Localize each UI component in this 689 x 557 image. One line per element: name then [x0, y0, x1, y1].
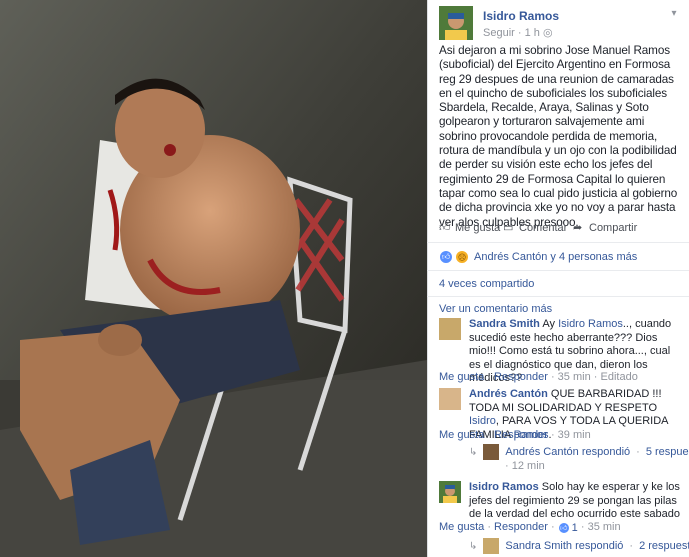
comment-pre: Ay — [539, 318, 559, 330]
like-label: Me gusta — [455, 222, 501, 234]
commenter-avatar[interactable] — [439, 481, 461, 503]
comment-meta: Me gusta · Responder · 👍︎ 1 · 35 min — [439, 521, 621, 534]
comment-reply[interactable]: Responder — [494, 521, 548, 533]
comment-meta: Me gusta · Responder · 39 min — [439, 429, 591, 441]
author-avatar-image — [439, 6, 473, 40]
reactions-text: Andrés Cantón y 4 personas más — [474, 251, 638, 263]
chevron-down-icon[interactable]: ▾ — [667, 8, 681, 22]
comment: Sandra Smith Ay Isidro Ramos.., cuando s… — [439, 318, 683, 384]
comment-like[interactable]: Me gusta — [439, 429, 484, 441]
reply-avatar — [483, 444, 500, 460]
reply-name: Andrés Cantón respondió — [505, 446, 631, 458]
meta-separator: · — [550, 429, 555, 441]
sad-reaction-icon: ☹ — [455, 250, 469, 264]
comment-reply[interactable]: Responder — [494, 429, 548, 441]
comment-label: Comentar — [519, 222, 568, 234]
comment-icon: ▭ — [503, 222, 514, 234]
photo-illustration — [0, 0, 427, 557]
shares-count[interactable]: 4 veces compartido — [439, 278, 534, 290]
share-button[interactable]: ➦ Compartir — [573, 222, 637, 234]
comment-meta: Me gusta · Responder · 35 min · Editado — [439, 371, 638, 383]
meta-separator: · — [487, 429, 491, 441]
like-reaction-icon: 👍︎ — [439, 250, 453, 264]
comment: Andrés Cantón QUE BARBARIDAD !!! TODA MI… — [439, 388, 683, 442]
reply-count: 2 respuestas — [639, 540, 689, 552]
post-actions: 👍︎ Me gusta ▭ Comentar ➦ Compartir — [439, 222, 679, 238]
reply-name: Sandra Smith respondió — [505, 540, 624, 552]
meta-separator: · — [580, 521, 585, 533]
comment-author[interactable]: Sandra Smith — [469, 318, 540, 330]
meta-separator: · — [487, 521, 491, 533]
comment-mention[interactable]: Isidro — [469, 415, 496, 427]
meta-separator: · — [629, 540, 634, 552]
post-time[interactable]: 1 h — [525, 27, 540, 39]
author-name[interactable]: Isidro Ramos — [483, 9, 559, 23]
commenter-avatar[interactable] — [439, 318, 461, 340]
replies-summary[interactable]: ↳ Sandra Smith respondió · 2 respuestas — [469, 538, 689, 554]
share-icon: ➦ — [573, 222, 583, 234]
commenter-avatar[interactable] — [439, 388, 461, 410]
comment-mention[interactable]: Isidro Ramos — [558, 318, 623, 330]
comment-time[interactable]: 35 min — [588, 521, 621, 533]
reply-avatar — [483, 538, 500, 554]
comment-reply[interactable]: Responder — [494, 371, 548, 383]
follow-link[interactable]: Seguir — [483, 27, 515, 39]
comment-text: Isidro Ramos Solo hay ke esperar y ke lo… — [469, 481, 681, 522]
comment-author[interactable]: Andrés Cantón — [469, 388, 548, 400]
reply-time-value[interactable]: 12 min — [512, 460, 545, 472]
post-meta: Seguir · 1 h ◎ — [483, 26, 553, 39]
view-more-comments[interactable]: Ver un comentario más — [439, 303, 552, 315]
reply-time: · 12 min — [505, 460, 545, 472]
reply-count: 5 respuestas — [645, 446, 689, 458]
comment-like[interactable]: Me gusta — [439, 521, 484, 533]
reply-arrow-icon: ↳ — [469, 540, 478, 552]
meta-separator: · — [505, 460, 509, 472]
reply-arrow-icon: ↳ — [469, 446, 478, 458]
meta-separator: · — [517, 27, 522, 39]
meta-separator: · — [550, 371, 555, 383]
post-text: Asi dejaron a mi sobrino Jose Manuel Ram… — [439, 44, 678, 229]
globe-icon: ◎ — [542, 27, 553, 39]
post-header: Isidro Ramos Seguir · 1 h ◎ ▾ — [439, 6, 681, 42]
like-count-value: 1 — [571, 521, 578, 534]
reactions-summary[interactable]: 👍︎ ☹ Andrés Cantón y 4 personas más — [439, 249, 637, 265]
comment-time[interactable]: 39 min — [558, 429, 591, 441]
meta-separator: · — [593, 371, 598, 383]
meta-separator: · — [636, 446, 640, 458]
like-button[interactable]: 👍︎ Me gusta — [439, 222, 500, 234]
comment-button[interactable]: ▭ Comentar — [503, 222, 567, 234]
share-label: Compartir — [589, 222, 638, 234]
comment-like-count[interactable]: 👍︎ 1 — [557, 521, 578, 534]
comment: Isidro Ramos Solo hay ke esperar y ke lo… — [439, 481, 683, 534]
commenter-avatar-image — [439, 481, 461, 503]
like-reaction-icon: 👍︎ — [557, 521, 570, 534]
divider — [427, 296, 689, 297]
replies-summary[interactable]: ↳ Andrés Cantón respondió · 5 respuestas — [469, 444, 689, 460]
thumbs-up-icon: 👍︎ — [439, 222, 451, 234]
author-avatar[interactable] — [439, 6, 473, 40]
divider — [427, 270, 689, 271]
divider — [427, 242, 689, 243]
meta-separator: · — [487, 371, 491, 383]
comment-time[interactable]: 35 min — [558, 371, 591, 383]
post-photo[interactable] — [0, 0, 427, 557]
meta-separator: · — [550, 521, 555, 533]
comment-like[interactable]: Me gusta — [439, 371, 484, 383]
comment-author[interactable]: Isidro Ramos — [469, 481, 539, 493]
comment-edited[interactable]: Editado — [601, 371, 638, 383]
